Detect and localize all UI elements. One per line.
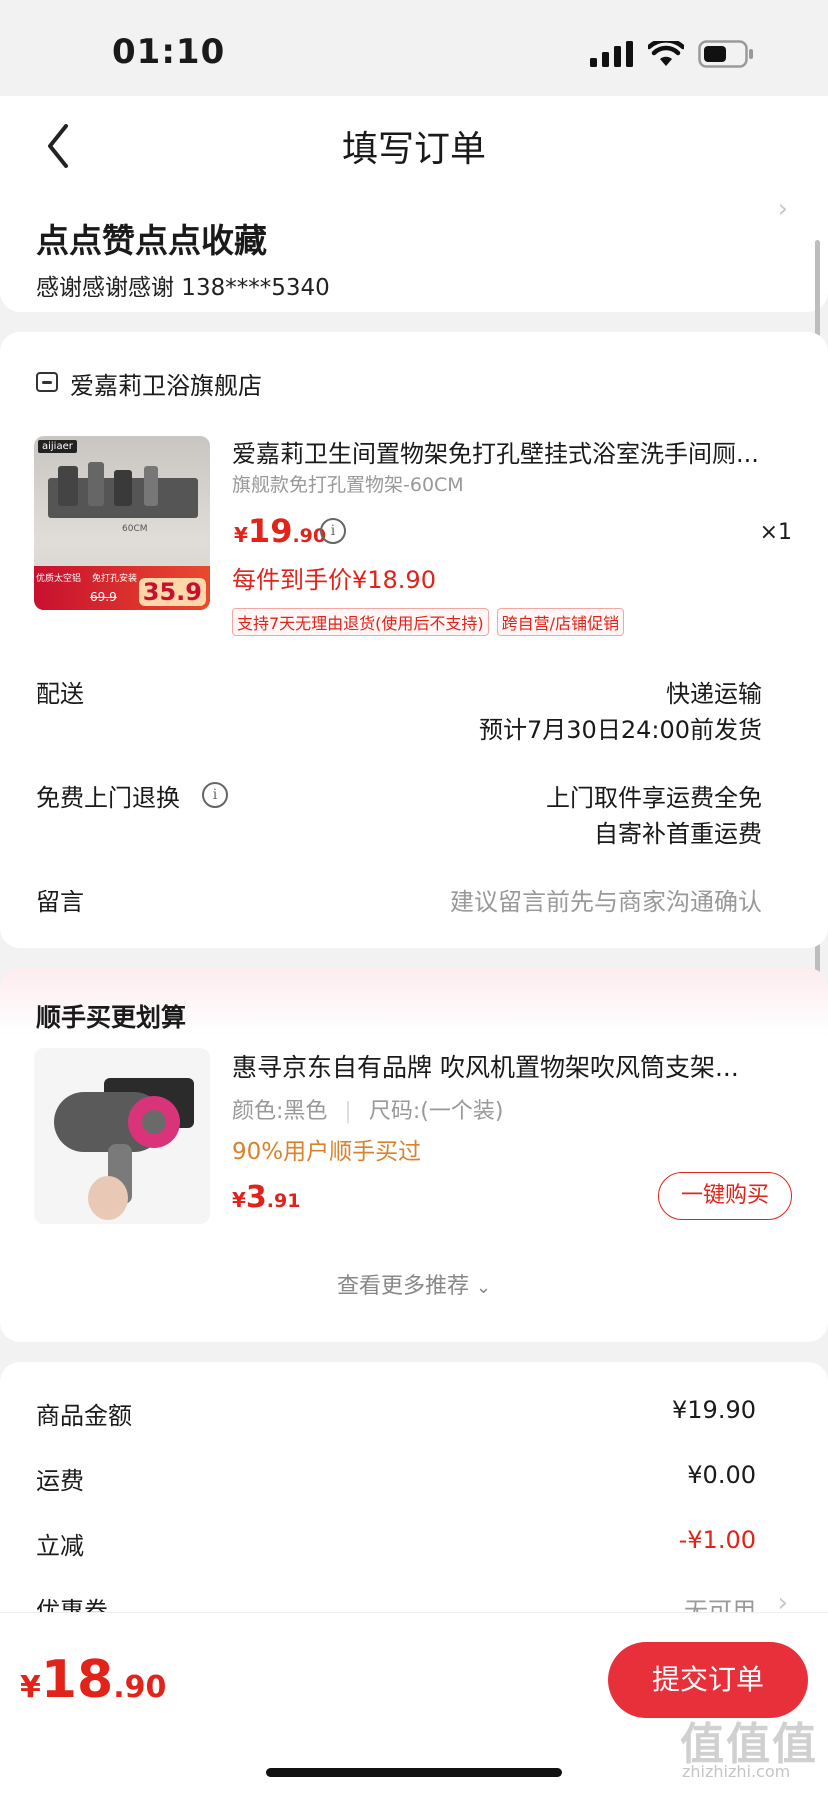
address-name: 点点赞点点收藏 xyxy=(36,221,267,260)
bottle-shape xyxy=(144,466,158,506)
summary-shipping-value: ¥0.00 xyxy=(687,1461,756,1489)
address-contact: 感谢感谢感谢 138****5340 xyxy=(36,275,330,301)
recommend-size: 尺码:(一个装) xyxy=(368,1099,504,1124)
recommend-price: ¥3.91 xyxy=(232,1180,300,1215)
total-dec: .90 xyxy=(113,1670,167,1705)
store-name[interactable]: 爱嘉莉卫浴旗舰店 xyxy=(70,366,262,401)
watermark-url: zhizhizhi.com xyxy=(682,1762,791,1781)
spec-divider: | xyxy=(344,1099,352,1124)
product-image[interactable]: aijiaer 60CM 优质太空铝 免打孔安装 69.9 35.9 xyxy=(34,436,210,610)
total-price: ¥18.90 xyxy=(20,1650,166,1710)
image-tag1: 优质太空铝 xyxy=(36,574,82,584)
free-return-line2: 自寄补首重运费 xyxy=(594,820,762,848)
one-click-buy-button[interactable]: 一键购买 xyxy=(658,1172,792,1220)
promo-tag: 跨自营/店铺促销 xyxy=(496,608,625,636)
free-return-line1: 上门取件享运费全免 xyxy=(546,784,762,812)
hairdryer-illustration xyxy=(54,1078,194,1220)
image-badge-price: 35.9 xyxy=(138,578,206,606)
image-old-price: 69.9 xyxy=(90,590,117,604)
product-title[interactable]: 爱嘉莉卫生间置物架免打孔壁挂式浴室洗手间厕... xyxy=(232,434,798,469)
store-icon xyxy=(36,372,58,392)
status-icons xyxy=(590,40,754,68)
total-currency: ¥ xyxy=(20,1670,41,1705)
free-return-label: 免费上门退换 xyxy=(36,784,180,812)
page-title: 填写订单 xyxy=(341,129,486,170)
recommend-color: 颜色:黑色 xyxy=(232,1099,328,1124)
delivery-method[interactable]: 快递运输 xyxy=(666,674,762,709)
product-tags: 支持7天无理由退货(使用后不支持) 跨自营/店铺促销 xyxy=(232,608,625,636)
more-recommend-link[interactable]: 查看更多推荐 ⌄ xyxy=(0,1268,828,1300)
recommend-image[interactable] xyxy=(34,1048,210,1224)
more-recommend-label: 查看更多推荐 xyxy=(336,1274,469,1299)
chevron-right-icon[interactable]: › xyxy=(778,194,788,224)
product-qty[interactable]: ×1 xyxy=(760,520,792,545)
message-label: 留言 xyxy=(36,888,84,916)
store-card xyxy=(0,332,828,948)
status-time: 01:10 xyxy=(112,32,226,72)
home-indicator[interactable] xyxy=(266,1768,562,1777)
chevron-down-icon: ⌄ xyxy=(475,1277,492,1298)
battery-icon xyxy=(698,40,753,68)
recommend-title: 顺手买更划算 xyxy=(36,1003,187,1032)
return-tag: 支持7天无理由退货(使用后不支持) xyxy=(232,608,489,636)
info-icon[interactable]: i xyxy=(320,518,346,544)
total-int: 18 xyxy=(40,1650,114,1710)
image-brand-label: aijiaer xyxy=(38,440,77,453)
image-tag2: 免打孔安装 xyxy=(92,574,138,584)
price-currency: ¥ xyxy=(232,1188,246,1212)
bottle-shape xyxy=(114,470,132,506)
bottle-shape xyxy=(58,466,78,506)
product-price: ¥19.90 xyxy=(234,512,326,550)
submit-order-button[interactable]: 提交订单 xyxy=(608,1642,808,1718)
signal-icon xyxy=(590,41,633,67)
recommend-spec: 颜色:黑色 | 尺码:(一个装) xyxy=(232,1093,503,1125)
price-int: 3 xyxy=(245,1180,267,1215)
summary-discount-label: 立减 xyxy=(36,1532,84,1560)
price-dec: .91 xyxy=(266,1190,301,1212)
info-icon[interactable]: i xyxy=(202,782,228,808)
product-spec[interactable]: 旗舰款免打孔置物架-60CM xyxy=(232,470,464,497)
summary-shipping-label: 运费 xyxy=(36,1467,84,1495)
delivery-eta: 预计7月30日24:00前发货 xyxy=(479,716,762,744)
price-int: 19 xyxy=(247,512,293,550)
summary-goods-label: 商品金额 xyxy=(36,1402,132,1430)
delivery-label: 配送 xyxy=(36,680,84,708)
message-input[interactable]: 建议留言前先与商家沟通确认 xyxy=(450,882,762,917)
price-currency: ¥ xyxy=(234,523,248,547)
summary-discount-value: -¥1.00 xyxy=(678,1526,756,1554)
image-dim-label: 60CM xyxy=(122,524,148,534)
bottle-shape xyxy=(88,462,104,506)
recommend-product-title[interactable]: 惠寻京东自有品牌 吹风机置物架吹风筒支架... xyxy=(232,1048,792,1084)
unit-price: 每件到手价¥18.90 xyxy=(232,566,436,594)
summary-goods-value: ¥19.90 xyxy=(672,1396,756,1424)
recommend-bought: 90%用户顺手买过 xyxy=(232,1139,422,1165)
wifi-icon xyxy=(648,41,684,66)
